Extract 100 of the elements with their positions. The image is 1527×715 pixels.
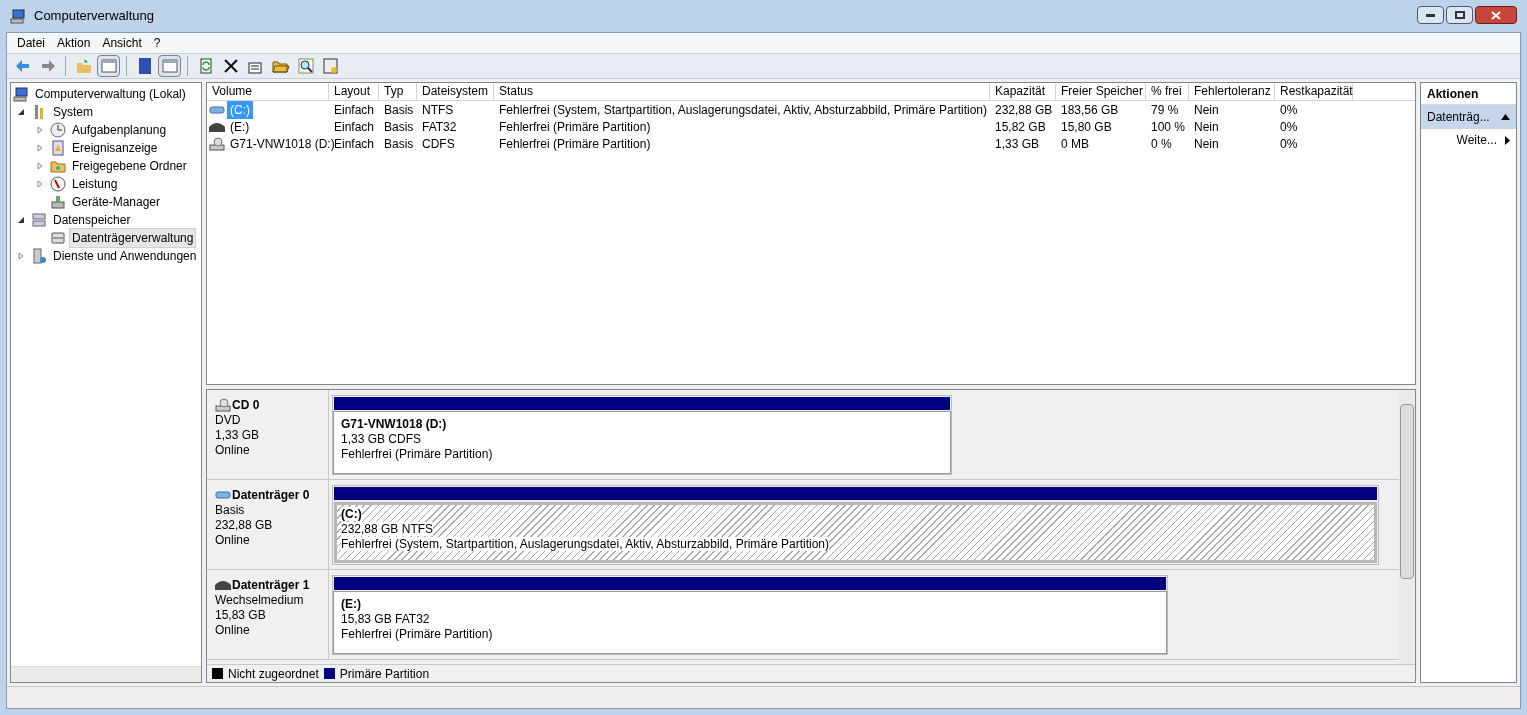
tree-item[interactable]: Datenträgerverwaltung (69, 228, 197, 248)
column-header[interactable]: Restkapazität (1275, 83, 1353, 100)
close-icon (1491, 10, 1501, 20)
table-cell: 0 % (1151, 136, 1172, 151)
table-cell: Nein (1194, 136, 1219, 151)
computer-icon (13, 86, 29, 102)
menu-item[interactable]: ? (147, 34, 167, 52)
vertical-scrollbar[interactable] (1399, 390, 1415, 664)
tree-item[interactable]: Aufgabenplanung (69, 120, 170, 140)
table-cell[interactable]: (E:) (227, 117, 253, 136)
table-cell: Nein (1194, 102, 1219, 117)
disk-info: 232,88 GB (215, 518, 274, 533)
table-cell: 1,33 GB (995, 136, 1040, 151)
minimize-icon (1426, 13, 1435, 17)
cd-drive-icon (215, 397, 231, 413)
disk-info: Online (215, 533, 251, 548)
table-cell: 15,82 GB (995, 119, 1046, 134)
window-title: Computerverwaltung (34, 7, 154, 26)
disk-info: 1,33 GB (215, 428, 261, 443)
actions-section[interactable]: Datenträg... (1421, 105, 1516, 129)
table-cell: Einfach (334, 102, 375, 117)
disk-name: Datenträger 0 (232, 487, 310, 503)
column-header[interactable]: Dateisystem (417, 83, 494, 100)
disk-info: Online (215, 443, 251, 458)
table-cell: Basis (384, 102, 414, 117)
partition-name: (E:) (341, 597, 362, 612)
column-header[interactable]: Fehlertoleranz (1189, 83, 1275, 100)
partition-size: 232,88 GB NTFS (341, 522, 435, 537)
disk-info: Online (215, 623, 251, 638)
partition-box[interactable]: (E:) 15,83 GB FAT32 Fehlerfrei (Primäre Partition) (334, 592, 1166, 653)
table-cell: Fehlerfrei (Primäre Partition) (499, 119, 651, 134)
disk-name: Datenträger 1 (232, 577, 310, 593)
tree-item[interactable]: Geräte-Manager (69, 192, 164, 212)
tree-item[interactable]: Datenspeicher (50, 210, 134, 230)
table-cell: CDFS (422, 136, 455, 151)
tree-item[interactable]: System (50, 102, 96, 122)
table-cell: 100 % (1151, 119, 1186, 134)
scrollbar-thumb[interactable] (1400, 404, 1414, 579)
tree-item[interactable]: Ereignisanzeige (69, 138, 161, 158)
tree-item[interactable]: Leistung (69, 174, 121, 194)
disk-info: Basis (215, 503, 246, 518)
disk-info: Wechselmedium (215, 593, 305, 608)
disk-name: CD 0 (232, 397, 260, 413)
caret-up-icon (1501, 114, 1510, 120)
column-header[interactable]: Status (494, 83, 990, 100)
partition-status: Fehlerfrei (Primäre Partition) (341, 627, 494, 642)
log-icon (50, 140, 66, 156)
tree-item[interactable]: Dienste und Anwendungen (50, 246, 200, 266)
table-cell: NTFS (422, 102, 454, 117)
table-cell: 232,88 GB (995, 102, 1053, 117)
table-cell: Basis (384, 119, 414, 134)
table-cell: 0% (1280, 102, 1298, 117)
partition-status: Fehlerfrei (Primäre Partition) (341, 447, 494, 462)
table-cell: Fehlerfrei (System, Startpartition, Auslagerungsdatei, Aktiv, Absturzabbild, Primäre Partition) (499, 102, 987, 117)
gauge-icon (50, 176, 66, 192)
app-icon (10, 8, 26, 24)
partition-name: (C:) (341, 507, 363, 522)
partition-name: G71-VNW1018 (D:) (341, 417, 448, 432)
column-header[interactable]: Typ (379, 83, 417, 100)
partition-box[interactable]: G71-VNW1018 (D:) 1,33 GB CDFS Fehlerfrei (Primäre Partition) (334, 412, 950, 473)
table-cell: 0% (1280, 136, 1298, 151)
services-icon (31, 248, 47, 264)
menu-item[interactable]: Aktion (51, 34, 97, 52)
column-header[interactable]: Freier Speicher (1056, 83, 1146, 100)
table-cell: 0 MB (1061, 136, 1089, 151)
column-header[interactable]: Volume (207, 83, 329, 100)
table-cell: Fehlerfrei (Primäre Partition) (499, 136, 651, 151)
diskmgmt-icon (50, 230, 66, 246)
column-header[interactable]: Layout (329, 83, 379, 100)
partition-box[interactable]: (C:) 232,88 GB NTFS Fehlerfrei (System, Startpartition, Auslagerungsdatei, Aktiv, Absturzabbild, Primäre Partition) (334, 502, 1377, 563)
partition-size: 15,83 GB FAT32 (341, 612, 431, 627)
maximize-icon (1454, 11, 1465, 19)
clock-icon (50, 122, 66, 138)
table-cell: FAT32 (422, 119, 457, 134)
table-cell: Einfach (334, 119, 375, 134)
legend-label: Primäre Partition (339, 665, 430, 683)
pane-icon[interactable] (158, 55, 181, 77)
partition-status: Fehlerfrei (System, Startpartition, Auslagerungsdatei, Aktiv, Absturzabbild, Primäre Partition) (341, 537, 830, 552)
action-item[interactable]: Weite... (1421, 129, 1516, 151)
pane-icon[interactable] (97, 55, 120, 77)
minimize-button[interactable] (1417, 6, 1444, 24)
menu-item[interactable]: Ansicht (96, 34, 148, 52)
maximize-button[interactable] (1446, 6, 1473, 24)
table-cell: 0% (1280, 119, 1298, 134)
tree-item[interactable]: Freigegebene Ordner (69, 156, 190, 176)
column-header[interactable]: Kapazität (990, 83, 1056, 100)
legend-label: Nicht zugeordnet (228, 665, 319, 683)
disk-info: DVD (215, 413, 242, 428)
close-button[interactable] (1475, 6, 1517, 24)
column-header[interactable]: % frei (1146, 83, 1189, 100)
horizontal-scrollbar[interactable] (11, 666, 201, 682)
tree-item[interactable]: Computerverwaltung (Lokal) (32, 84, 189, 104)
table-cell: 183,56 GB (1061, 102, 1119, 117)
device-icon (50, 194, 66, 210)
menu-item[interactable]: Datei (11, 34, 51, 52)
storage-icon (31, 212, 47, 228)
cd-drive-icon (209, 135, 225, 152)
caret-right-icon (1505, 135, 1510, 145)
table-cell: Einfach (334, 136, 375, 151)
table-cell: Basis (384, 136, 414, 151)
